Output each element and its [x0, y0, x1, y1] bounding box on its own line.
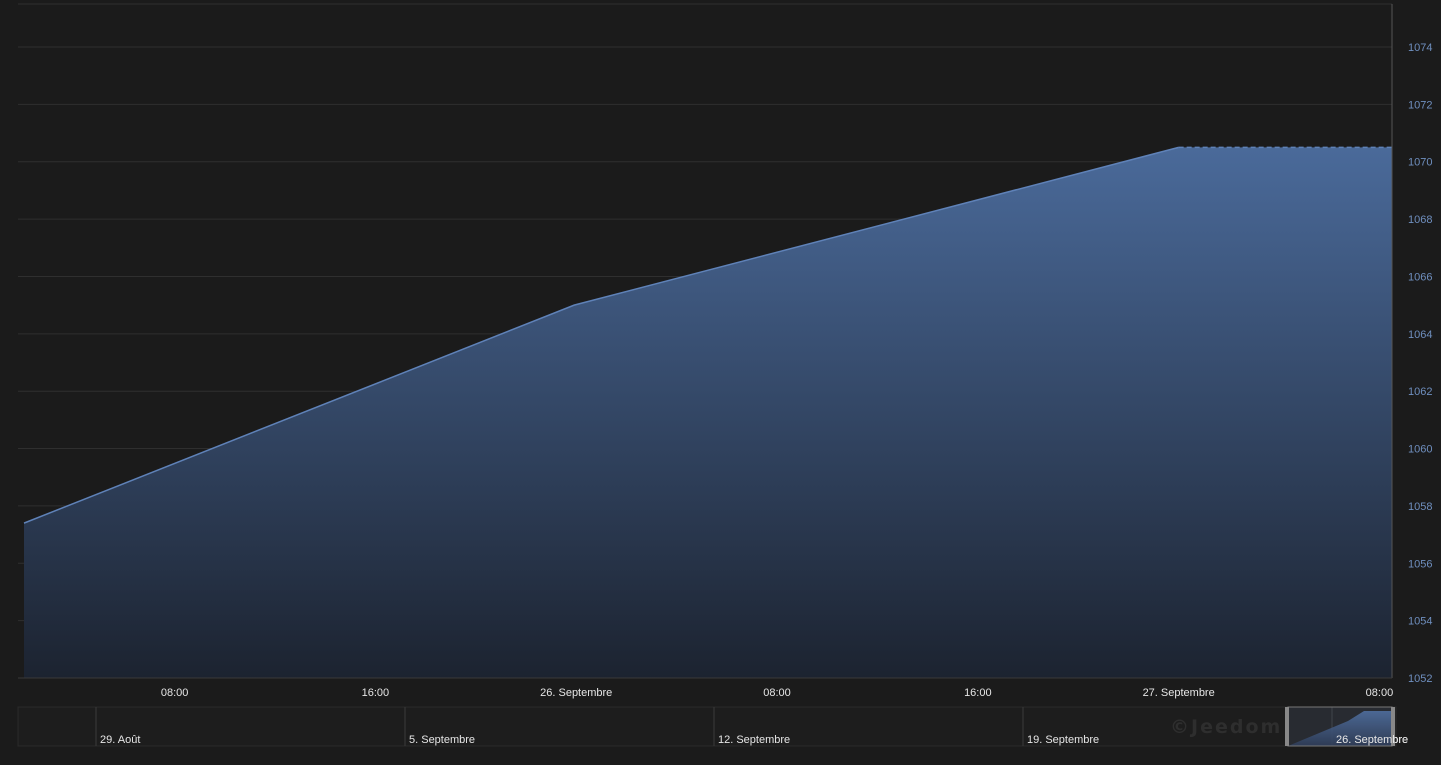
x-tick-label: 27. Septembre	[1143, 687, 1215, 699]
y-tick-label: 1060	[1408, 444, 1432, 456]
y-tick-label: 1074	[1408, 42, 1432, 54]
y-tick-label: 1056	[1408, 558, 1432, 570]
x-tick-label: 26. Septembre	[540, 687, 612, 699]
navigator-left-handle[interactable]	[1285, 707, 1289, 746]
chart-container: 1052 1054 1056 1058 1060 1062 1064 1066 1068 1070…	[0, 0, 1441, 760]
watermark-text: ©Jeedom	[1170, 716, 1283, 738]
x-axis-ticks: 08:00 16:00 26. Septembre 08:00 16:00 27. Sep…	[161, 687, 1393, 699]
pressure-chart: 1052 1054 1056 1058 1060 1062 1064 1066 1068 1070…	[17, 3, 1432, 747]
navigator-tick-label-overlay: 26. Septembre	[1336, 734, 1408, 746]
y-tick-label: 1058	[1408, 501, 1432, 513]
y-tick-label: 1054	[1408, 616, 1432, 628]
y-tick-label: 1052	[1408, 673, 1432, 685]
y-tick-label: 1066	[1408, 271, 1432, 283]
navigator-tick-label: 19. Septembre	[1027, 734, 1099, 746]
navigator-tick-label: 29. Août	[100, 734, 140, 746]
x-tick-label: 08:00	[161, 687, 189, 699]
navigator-tick-label: 5. Septembre	[409, 734, 475, 746]
x-tick-label: 16:00	[964, 687, 992, 699]
y-tick-label: 1062	[1408, 386, 1432, 398]
x-tick-label: 08:00	[763, 687, 791, 699]
y-tick-label: 1070	[1408, 157, 1432, 169]
navigator-tick-label: 12. Septembre	[718, 734, 790, 746]
x-tick-label: 08:00	[1366, 687, 1394, 699]
y-axis-ticks: 1052 1054 1056 1058 1060 1062 1064 1066 1068 1070…	[1408, 42, 1432, 685]
area-fill	[24, 147, 1392, 679]
y-tick-label: 1072	[1408, 99, 1432, 111]
y-tick-label: 1064	[1408, 329, 1432, 341]
x-tick-label: 16:00	[362, 687, 390, 699]
series-area	[23, 146, 1392, 679]
y-tick-label: 1068	[1408, 214, 1432, 226]
